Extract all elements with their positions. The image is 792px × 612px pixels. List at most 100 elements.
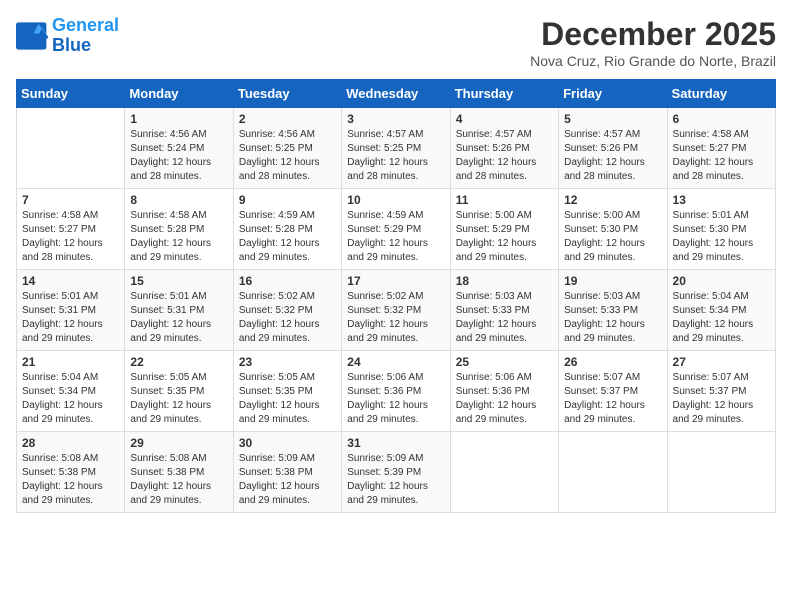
day-info: Sunrise: 5:03 AMSunset: 5:33 PMDaylight:… (564, 290, 661, 346)
day-number: 5 (564, 112, 661, 126)
day-number: 6 (673, 112, 770, 126)
calendar-cell: 16Sunrise: 5:02 AMSunset: 5:32 PMDayligh… (233, 270, 341, 351)
day-number: 8 (130, 193, 227, 207)
calendar-cell: 20 Sunrise: 5:04 AMSunset: 5:34 PMDayligh… (667, 270, 775, 351)
logo-text-line2: Blue (52, 36, 119, 56)
day-info: Sunrise: 5:05 AMSunset: 5:35 PMDaylight:… (239, 371, 336, 427)
day-info: Sunrise: 4:56 AMSunset: 5:24 PMDaylight:… (130, 128, 227, 184)
logo-icon (16, 22, 48, 50)
day-info: Sunrise: 4:56 AMSunset: 5:25 PMDaylight:… (239, 128, 336, 184)
day-info: Sunrise: 4:59 AMSunset: 5:28 PMDaylight:… (239, 209, 336, 265)
day-info: Sunrise: 5:01 AMSunset: 5:31 PMDaylight:… (130, 290, 227, 346)
logo: General Blue (16, 16, 119, 56)
day-info: Sunrise: 4:59 AMSunset: 5:29 PMDaylight:… (347, 209, 444, 265)
logo-text-line1: General (52, 16, 119, 36)
calendar-cell (667, 432, 775, 513)
calendar-cell: 24 Sunrise: 5:06 AMSunset: 5:36 PMDayligh… (342, 351, 450, 432)
day-number: 18 (456, 274, 553, 288)
weekday-header: Wednesday (342, 80, 450, 108)
day-info: Sunrise: 5:05 AMSunset: 5:35 PMDaylight:… (130, 371, 227, 427)
day-number: 27 (673, 355, 770, 369)
day-info: Sunrise: 5:00 AMSunset: 5:29 PMDaylight:… (456, 209, 553, 265)
day-number: 2 (239, 112, 336, 126)
day-number: 25 (456, 355, 553, 369)
calendar-cell: 4 Sunrise: 4:57 AMSunset: 5:26 PMDaylight… (450, 108, 558, 189)
calendar-header-row: SundayMondayTuesdayWednesdayThursdayFrid… (17, 80, 776, 108)
calendar-cell: 12 Sunrise: 5:00 AMSunset: 5:30 PMDayligh… (559, 189, 667, 270)
calendar-cell: 14 Sunrise: 5:01 AMSunset: 5:31 PMDayligh… (17, 270, 125, 351)
day-info: Sunrise: 4:57 AMSunset: 5:26 PMDaylight:… (456, 128, 553, 184)
calendar-week-row: 28 Sunrise: 5:08 AMSunset: 5:38 PMDayligh… (17, 432, 776, 513)
day-number: 9 (239, 193, 336, 207)
day-number: 30 (239, 436, 336, 450)
day-number: 26 (564, 355, 661, 369)
calendar-cell: 31Sunrise: 5:09 AMSunset: 5:39 PMDayligh… (342, 432, 450, 513)
day-number: 4 (456, 112, 553, 126)
calendar-week-row: 7 Sunrise: 4:58 AMSunset: 5:27 PMDaylight… (17, 189, 776, 270)
month-title: December 2025 (530, 16, 776, 53)
day-info: Sunrise: 5:01 AMSunset: 5:31 PMDaylight:… (22, 290, 119, 346)
calendar-cell (559, 432, 667, 513)
calendar-cell: 8Sunrise: 4:58 AMSunset: 5:28 PMDaylight… (125, 189, 233, 270)
day-number: 10 (347, 193, 444, 207)
day-info: Sunrise: 5:08 AMSunset: 5:38 PMDaylight:… (22, 452, 119, 508)
day-number: 7 (22, 193, 119, 207)
day-info: Sunrise: 5:02 AMSunset: 5:32 PMDaylight:… (347, 290, 444, 346)
weekday-header: Friday (559, 80, 667, 108)
calendar-cell: 9 Sunrise: 4:59 AMSunset: 5:28 PMDaylight… (233, 189, 341, 270)
calendar-cell: 19 Sunrise: 5:03 AMSunset: 5:33 PMDayligh… (559, 270, 667, 351)
day-info: Sunrise: 5:00 AMSunset: 5:30 PMDaylight:… (564, 209, 661, 265)
day-number: 15 (130, 274, 227, 288)
day-number: 16 (239, 274, 336, 288)
calendar-cell: 11 Sunrise: 5:00 AMSunset: 5:29 PMDayligh… (450, 189, 558, 270)
day-info: Sunrise: 5:01 AMSunset: 5:30 PMDaylight:… (673, 209, 770, 265)
calendar-cell: 23 Sunrise: 5:05 AMSunset: 5:35 PMDayligh… (233, 351, 341, 432)
day-number: 22 (130, 355, 227, 369)
day-info: Sunrise: 4:58 AMSunset: 5:27 PMDaylight:… (22, 209, 119, 265)
calendar-cell: 3Sunrise: 4:57 AMSunset: 5:25 PMDaylight… (342, 108, 450, 189)
day-info: Sunrise: 5:07 AMSunset: 5:37 PMDaylight:… (564, 371, 661, 427)
day-number: 19 (564, 274, 661, 288)
calendar-cell: 1 Sunrise: 4:56 AMSunset: 5:24 PMDaylight… (125, 108, 233, 189)
calendar-cell: 28 Sunrise: 5:08 AMSunset: 5:38 PMDayligh… (17, 432, 125, 513)
calendar-cell: 13 Sunrise: 5:01 AMSunset: 5:30 PMDayligh… (667, 189, 775, 270)
calendar-cell: 17 Sunrise: 5:02 AMSunset: 5:32 PMDayligh… (342, 270, 450, 351)
day-number: 11 (456, 193, 553, 207)
calendar-cell: 5 Sunrise: 4:57 AMSunset: 5:26 PMDaylight… (559, 108, 667, 189)
day-number: 21 (22, 355, 119, 369)
calendar-cell: 6Sunrise: 4:58 AMSunset: 5:27 PMDaylight… (667, 108, 775, 189)
day-info: Sunrise: 5:08 AMSunset: 5:38 PMDaylight:… (130, 452, 227, 508)
calendar-cell: 26 Sunrise: 5:07 AMSunset: 5:37 PMDayligh… (559, 351, 667, 432)
calendar-cell: 27Sunrise: 5:07 AMSunset: 5:37 PMDayligh… (667, 351, 775, 432)
day-number: 12 (564, 193, 661, 207)
day-number: 14 (22, 274, 119, 288)
weekday-header: Saturday (667, 80, 775, 108)
day-info: Sunrise: 5:04 AMSunset: 5:34 PMDaylight:… (22, 371, 119, 427)
day-number: 1 (130, 112, 227, 126)
day-number: 3 (347, 112, 444, 126)
location-title: Nova Cruz, Rio Grande do Norte, Brazil (530, 53, 776, 69)
day-number: 24 (347, 355, 444, 369)
day-number: 17 (347, 274, 444, 288)
day-number: 28 (22, 436, 119, 450)
weekday-header: Thursday (450, 80, 558, 108)
calendar-cell: 21 Sunrise: 5:04 AMSunset: 5:34 PMDayligh… (17, 351, 125, 432)
calendar-week-row: 21 Sunrise: 5:04 AMSunset: 5:34 PMDayligh… (17, 351, 776, 432)
calendar-cell: 2 Sunrise: 4:56 AMSunset: 5:25 PMDaylight… (233, 108, 341, 189)
weekday-header: Monday (125, 80, 233, 108)
day-number: 23 (239, 355, 336, 369)
calendar-cell: 15 Sunrise: 5:01 AMSunset: 5:31 PMDayligh… (125, 270, 233, 351)
day-number: 20 (673, 274, 770, 288)
calendar-cell: 18Sunrise: 5:03 AMSunset: 5:33 PMDayligh… (450, 270, 558, 351)
calendar-cell: 25Sunrise: 5:06 AMSunset: 5:36 PMDayligh… (450, 351, 558, 432)
calendar-week-row: 1 Sunrise: 4:56 AMSunset: 5:24 PMDaylight… (17, 108, 776, 189)
day-info: Sunrise: 4:57 AMSunset: 5:26 PMDaylight:… (564, 128, 661, 184)
day-info: Sunrise: 5:04 AMSunset: 5:34 PMDaylight:… (673, 290, 770, 346)
day-number: 13 (673, 193, 770, 207)
calendar-cell: 7 Sunrise: 4:58 AMSunset: 5:27 PMDaylight… (17, 189, 125, 270)
day-info: Sunrise: 5:06 AMSunset: 5:36 PMDaylight:… (347, 371, 444, 427)
calendar-table: SundayMondayTuesdayWednesdayThursdayFrid… (16, 79, 776, 513)
calendar-cell: 22 Sunrise: 5:05 AMSunset: 5:35 PMDayligh… (125, 351, 233, 432)
calendar-cell: 10 Sunrise: 4:59 AMSunset: 5:29 PMDayligh… (342, 189, 450, 270)
calendar-week-row: 14 Sunrise: 5:01 AMSunset: 5:31 PMDayligh… (17, 270, 776, 351)
